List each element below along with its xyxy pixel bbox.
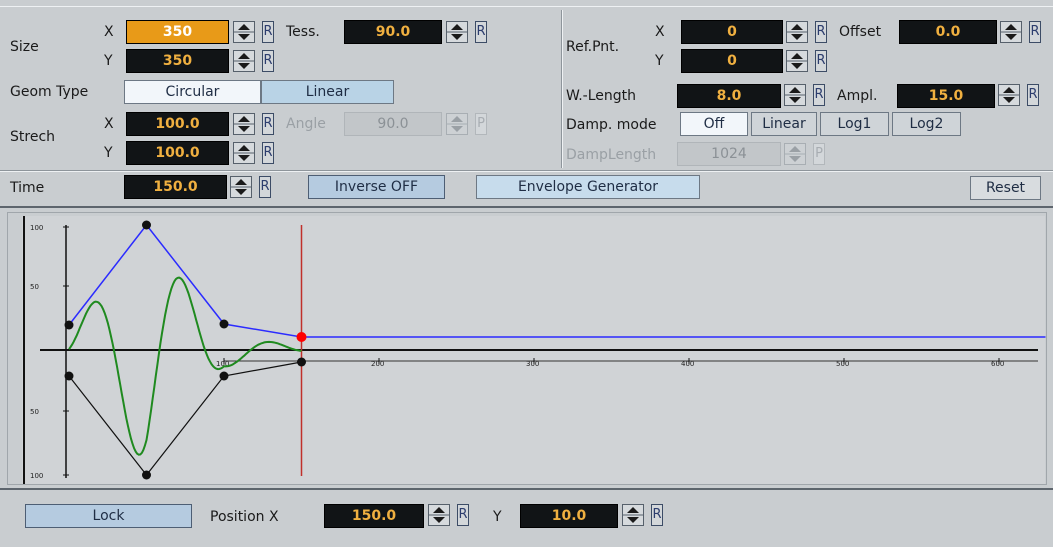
size-label: Size: [10, 39, 39, 55]
strech-x-field[interactable]: 100.0: [126, 112, 229, 136]
graph-area[interactable]: 100 50 50 100 100 200 300 400 500 600: [7, 212, 1047, 485]
ref-pnt-y-spinner[interactable]: [786, 50, 808, 72]
geom-type-linear[interactable]: Linear: [261, 80, 394, 104]
lower-control-point: [64, 371, 74, 381]
x-tick-label: 400: [681, 360, 694, 368]
time-reset[interactable]: R: [259, 176, 271, 198]
upper-control-point: [142, 220, 151, 230]
damp-length-label: DampLength: [566, 147, 657, 163]
position-x-label: Position X: [210, 509, 279, 525]
damp-mode-log2[interactable]: Log2: [892, 112, 961, 136]
damp-length-reset: P: [813, 143, 825, 165]
size-x-label: X: [104, 24, 114, 40]
ref-pnt-x-spinner[interactable]: [786, 21, 808, 43]
bottom-row-border: [0, 488, 1053, 490]
damp-mode-off[interactable]: Off: [680, 112, 748, 136]
size-y-label: Y: [104, 53, 113, 69]
angle-field: 90.0: [344, 112, 442, 136]
wlength-field[interactable]: 8.0: [677, 84, 781, 108]
lower-control-point: [219, 371, 229, 381]
ref-pnt-x-field[interactable]: 0: [681, 20, 783, 44]
active-control-point: [296, 332, 307, 342]
position-y-spinner[interactable]: [622, 504, 644, 526]
position-y-field[interactable]: 10.0: [520, 504, 618, 528]
strech-y-spinner[interactable]: [233, 142, 255, 164]
strech-y-field[interactable]: 100.0: [126, 141, 229, 165]
ref-pnt-x-reset[interactable]: R: [815, 21, 827, 43]
wlength-reset[interactable]: R: [813, 84, 825, 106]
time-field[interactable]: 150.0: [124, 175, 227, 199]
size-y-field[interactable]: 350: [126, 49, 229, 73]
geom-type-circular[interactable]: Circular: [124, 80, 261, 104]
offset-spinner[interactable]: [1000, 21, 1022, 43]
angle-reset: P: [475, 113, 487, 135]
strech-x-reset[interactable]: R: [262, 113, 274, 135]
upper-control-point: [219, 319, 229, 329]
lower-control-point: [142, 470, 151, 480]
position-x-field[interactable]: 150.0: [324, 504, 424, 528]
y-tick-label: 100: [30, 472, 43, 480]
x-tick-label: 200: [371, 360, 384, 368]
size-y-spinner[interactable]: [233, 50, 255, 72]
strech-y-label: Y: [104, 145, 113, 161]
tess-label: Tess.: [286, 24, 320, 40]
damp-mode-label: Damp. mode: [566, 117, 657, 133]
time-row-top-hl: [0, 171, 1053, 172]
strech-x-spinner[interactable]: [233, 113, 255, 135]
upper-control-point: [64, 320, 74, 330]
y-tick-label: 50: [30, 408, 39, 416]
ampl-reset[interactable]: R: [1027, 84, 1039, 106]
damp-length-spinner: [784, 143, 806, 165]
x-tick-label: 300: [526, 360, 539, 368]
size-x-field[interactable]: 350: [126, 20, 229, 44]
lower-control-point: [297, 357, 306, 367]
strech-x-label: X: [104, 116, 114, 132]
tess-field[interactable]: 90.0: [344, 20, 442, 44]
geom-type-label: Geom Type: [10, 84, 89, 100]
ref-pnt-y-field[interactable]: 0: [681, 49, 783, 73]
angle-spinner: [446, 113, 468, 135]
wlength-spinner[interactable]: [784, 84, 806, 106]
offset-reset[interactable]: R: [1029, 21, 1041, 43]
x-tick-label: 500: [836, 360, 849, 368]
size-x-spinner[interactable]: [233, 21, 255, 43]
ref-pnt-y-label: Y: [655, 53, 664, 69]
lock-button[interactable]: Lock: [25, 504, 192, 528]
ref-pnt-y-reset[interactable]: R: [815, 50, 827, 72]
time-spinner[interactable]: [230, 176, 252, 198]
time-label: Time: [10, 180, 45, 196]
reset-button[interactable]: Reset: [970, 176, 1041, 200]
position-x-reset[interactable]: R: [457, 504, 469, 526]
ampl-field[interactable]: 15.0: [897, 84, 995, 108]
tess-spinner[interactable]: [446, 21, 468, 43]
tess-reset[interactable]: R: [475, 21, 487, 43]
ampl-label: Ampl.: [837, 88, 878, 104]
ref-pnt-x-label: X: [655, 24, 665, 40]
ampl-spinner[interactable]: [998, 84, 1020, 106]
wlength-label: W.-Length: [566, 88, 637, 104]
y-tick-label: 50: [30, 283, 39, 291]
damp-mode-linear[interactable]: Linear: [751, 112, 817, 136]
damp-mode-log1[interactable]: Log1: [820, 112, 889, 136]
size-y-reset[interactable]: R: [262, 50, 274, 72]
position-x-spinner[interactable]: [428, 504, 450, 526]
position-y-label: Y: [493, 509, 502, 525]
offset-label: Offset: [839, 24, 882, 40]
strech-y-reset[interactable]: R: [262, 142, 274, 164]
damp-length-field: 1024: [677, 142, 781, 166]
offset-field[interactable]: 0.0: [899, 20, 997, 44]
size-x-reset[interactable]: R: [262, 21, 274, 43]
envelope-graph[interactable]: 1005050100100 200 300 400 500 600: [8, 213, 1048, 486]
envelope-generator-button[interactable]: Envelope Generator: [476, 175, 700, 199]
position-y-reset[interactable]: R: [651, 504, 663, 526]
angle-label: Angle: [286, 116, 326, 132]
strech-label: Strech: [10, 129, 56, 145]
graph-top-border: [0, 206, 1053, 208]
inverse-button[interactable]: Inverse OFF: [308, 175, 445, 199]
y-tick-label: 100: [30, 224, 43, 232]
top-highlight: [0, 6, 1053, 7]
x-tick-label: 600: [991, 360, 1004, 368]
panel-divider-hl: [562, 10, 563, 168]
ref-pnt-label: Ref.Pnt.: [566, 39, 620, 55]
